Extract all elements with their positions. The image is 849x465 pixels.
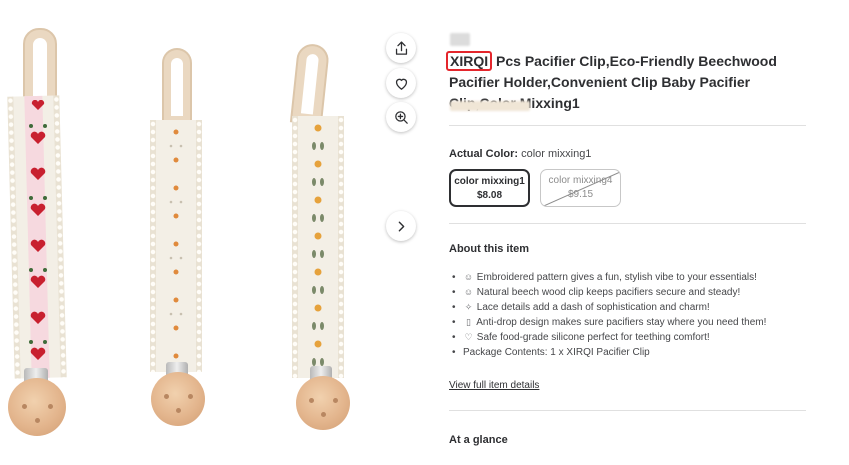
- blurred-seller-label: [450, 33, 470, 46]
- divider: [449, 223, 806, 224]
- list-item: Package Contents: 1 x XIRQI Pacifier Cli…: [452, 345, 812, 360]
- variant-option-selected[interactable]: color mixxing1 $8.08: [449, 169, 530, 207]
- zoom-in-icon: [394, 110, 408, 124]
- variant-option-unavailable[interactable]: color mixxing4 $9.15: [540, 169, 621, 207]
- brand-name: XIRQI: [450, 53, 489, 69]
- divider: [449, 125, 806, 126]
- bullet-text: Natural beech wood clip keeps pacifiers …: [476, 287, 741, 299]
- share-icon: [395, 40, 407, 55]
- bottle-icon: ▯: [466, 317, 471, 328]
- favorite-button[interactable]: [386, 68, 416, 98]
- product-image-floral-clip: [280, 0, 360, 465]
- brand-highlight[interactable]: XIRQI: [446, 51, 493, 71]
- heart-icon: [395, 78, 407, 90]
- heart-icon: ♡: [464, 332, 473, 343]
- variant-label-line: Actual Color: color mixxing1: [449, 148, 591, 160]
- bullet-text: Package Contents: 1 x XIRQI Pacifier Cli…: [463, 347, 650, 359]
- at-a-glance-heading: At a glance: [449, 434, 508, 446]
- share-button[interactable]: [386, 33, 416, 63]
- next-image-button[interactable]: [386, 211, 416, 241]
- variant-value: color mixxing1: [521, 148, 592, 160]
- product-image-red-heart-clip: [0, 0, 80, 465]
- about-heading: About this item: [449, 243, 530, 255]
- product-image-orange-dot-clip: [140, 0, 220, 465]
- smile-icon: ☺: [463, 272, 474, 282]
- list-item: ♡ Safe food-grade silicone perfect for t…: [452, 330, 812, 345]
- bullet-text: Safe food-grade silicone perfect for tee…: [476, 332, 710, 344]
- list-item: ☺ Embroidered pattern gives a fun, styli…: [452, 270, 812, 285]
- blurred-rating: [450, 101, 530, 111]
- variant-label: Actual Color:: [449, 148, 519, 160]
- divider: [449, 410, 806, 411]
- bullet-text: Embroidered pattern gives a fun, stylish…: [476, 272, 757, 283]
- sparkle-icon: ✧: [464, 302, 473, 313]
- smile-icon: ☺: [463, 287, 474, 298]
- list-item: ▯ Anti-drop design makes sure pacifiers …: [452, 315, 812, 330]
- variant-option-price: $8.08: [476, 190, 503, 201]
- list-item: ☺ Natural beech wood clip keeps pacifier…: [452, 285, 812, 300]
- zoom-button[interactable]: [386, 102, 416, 132]
- about-bullet-list: ☺ Embroidered pattern gives a fun, styli…: [452, 270, 812, 361]
- bullet-text: Lace details add a dash of sophisticatio…: [476, 302, 710, 314]
- variant-option-price: $9.15: [567, 189, 594, 200]
- variant-option-name: color mixxing1: [454, 176, 525, 187]
- bullet-text: Anti-drop design makes sure pacifiers st…: [476, 317, 767, 329]
- list-item: ✧ Lace details add a dash of sophisticat…: [452, 300, 812, 315]
- view-full-details-link[interactable]: View full item details: [449, 380, 539, 391]
- variant-option-name: color mixxing4: [548, 175, 613, 186]
- chevron-right-icon: [398, 221, 404, 231]
- product-image-gallery[interactable]: [0, 0, 380, 465]
